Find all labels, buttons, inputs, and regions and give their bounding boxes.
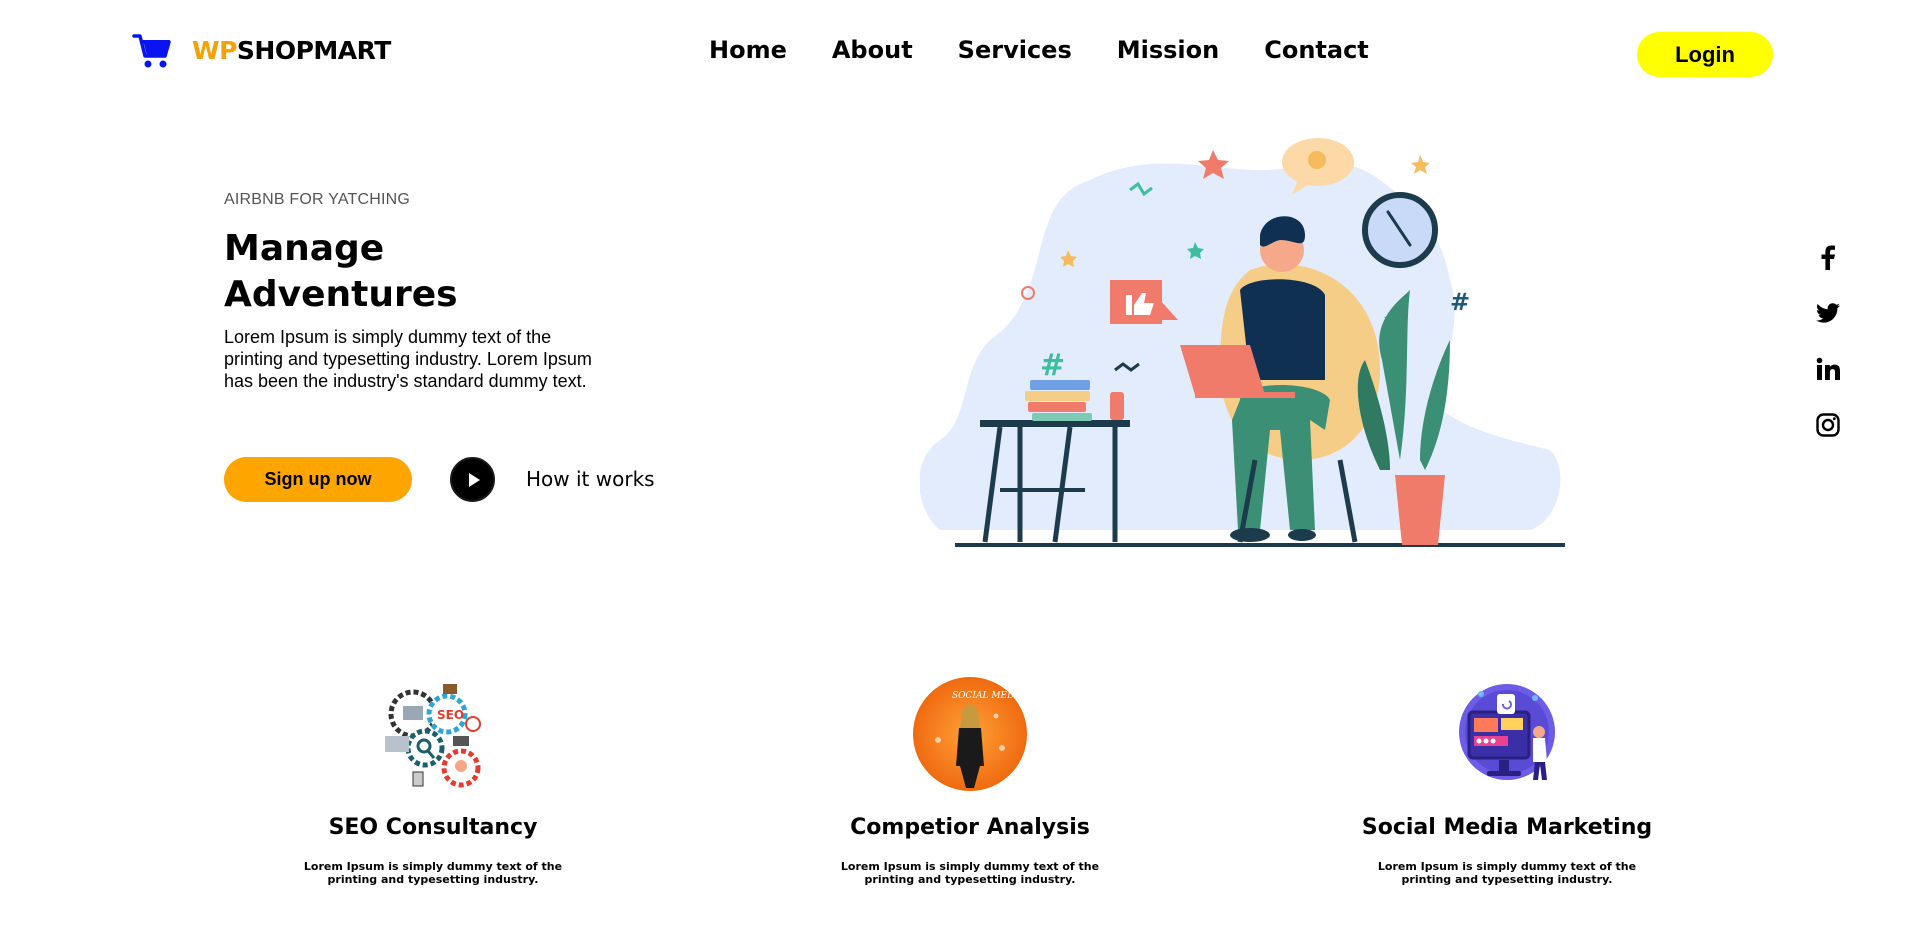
nav-contact[interactable]: Contact — [1264, 36, 1369, 64]
linkedin-icon — [1816, 357, 1840, 380]
main-nav: Home About Services Mission Contact — [709, 36, 1369, 64]
brand-prefix: WP — [192, 35, 237, 65]
feature-title: SEO Consultancy — [328, 815, 538, 840]
nav-home[interactable]: Home — [709, 36, 787, 64]
svg-text:SEO: SEO — [437, 708, 464, 722]
facebook-icon — [1821, 245, 1835, 270]
svg-text:SOCIAL MEDIA: SOCIAL MEDIA — [952, 691, 1025, 701]
feature-title: Competior Analysis — [850, 815, 1090, 840]
seo-gears-image: SEO — [385, 684, 481, 788]
feature-title: Social Media Marketing — [1361, 815, 1653, 840]
site-header: WPSHOPMART Home About Services Mission C… — [0, 0, 1920, 100]
twitter-link[interactable] — [1815, 298, 1841, 328]
brand-suffix: SHOPMART — [236, 35, 391, 65]
person-with-laptop-illustration: # # — [920, 138, 1565, 547]
linkedin-link[interactable] — [1815, 354, 1841, 384]
facebook-link[interactable] — [1815, 242, 1841, 272]
svg-text:#: # — [1450, 288, 1470, 316]
hero-description: Lorem Ipsum is simply dummy text of the … — [224, 327, 592, 391]
twitter-icon — [1816, 303, 1840, 323]
svg-text:#: # — [1040, 348, 1065, 383]
logo[interactable]: WPSHOPMART — [132, 30, 391, 70]
play-icon — [468, 472, 480, 487]
social-media-marketing-image — [1459, 684, 1555, 780]
feature-card: Social Media Marketing Lorem Ipsum is si… — [1317, 676, 1697, 886]
play-button[interactable] — [450, 457, 495, 502]
instagram-link[interactable] — [1815, 410, 1841, 440]
login-button[interactable]: Login — [1637, 32, 1773, 77]
signup-button[interactable]: Sign up now — [224, 457, 412, 502]
nav-about[interactable]: About — [832, 36, 913, 64]
social-media-woman-image: SOCIAL MEDIA — [913, 677, 1027, 791]
shopping-cart-icon — [132, 34, 171, 68]
feature-card: SEO SEO Consultancy Lorem Ipsum is simpl… — [243, 676, 623, 886]
how-it-works-link[interactable]: How it works — [526, 467, 655, 491]
feature-card: SOCIAL MEDIA Competior Analysis Lorem Ip… — [780, 676, 1160, 886]
hero-eyebrow: AIRBNB FOR YATCHING — [224, 191, 411, 208]
hero-title: Manage Adventures — [224, 228, 458, 315]
feature-description: Lorem Ipsum is simply dummy text of the … — [303, 860, 563, 886]
social-links — [1815, 242, 1841, 466]
brand-name: WPSHOPMART — [192, 36, 391, 65]
nav-mission[interactable]: Mission — [1117, 36, 1219, 64]
nav-services[interactable]: Services — [958, 36, 1072, 64]
feature-description: Lorem Ipsum is simply dummy text of the … — [1377, 860, 1637, 886]
instagram-icon — [1816, 413, 1840, 437]
feature-description: Lorem Ipsum is simply dummy text of the … — [840, 860, 1100, 886]
